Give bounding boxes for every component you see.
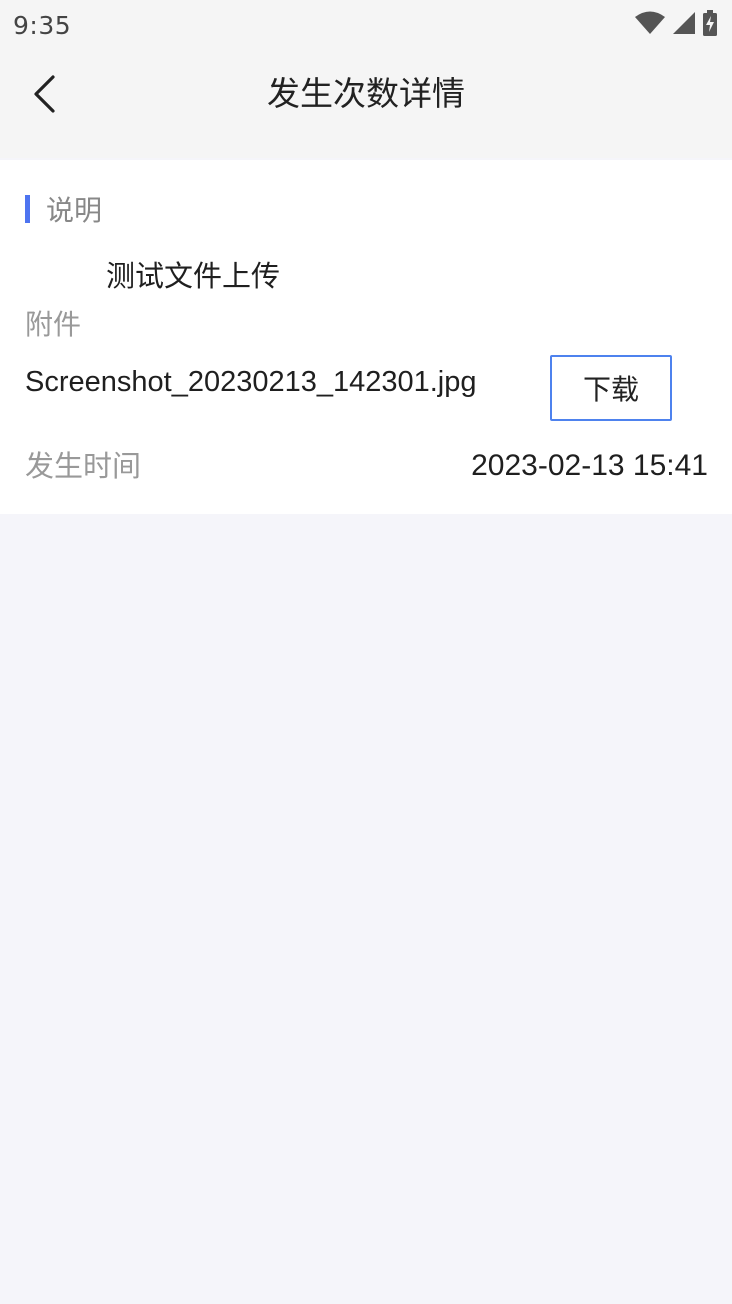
attachment-label: 附件	[25, 308, 82, 341]
detail-card: 说明 测试文件上传 附件 Screenshot_20230213_142301.…	[0, 160, 732, 514]
description-section-header: 说明	[25, 192, 103, 227]
page-title: 发生次数详情	[267, 74, 465, 113]
wifi-icon	[634, 11, 666, 39]
download-button[interactable]: 下载	[550, 355, 672, 421]
status-bar: 9:35	[0, 0, 732, 50]
description-value: 测试文件上传	[106, 259, 281, 293]
status-time: 9:35	[13, 10, 72, 40]
battery-charging-icon	[702, 10, 718, 40]
description-title: 说明	[46, 194, 103, 227]
attachment-filename: Screenshot_20230213_142301.jpg	[25, 366, 477, 398]
status-icons	[634, 10, 718, 40]
occurrence-time-label: 发生时间	[25, 449, 142, 483]
nav-bar: 发生次数详情	[0, 50, 732, 158]
signal-icon	[672, 11, 696, 39]
occurrence-time-value: 2023-02-13 15:41	[471, 449, 708, 482]
section-accent-bar	[25, 195, 30, 223]
